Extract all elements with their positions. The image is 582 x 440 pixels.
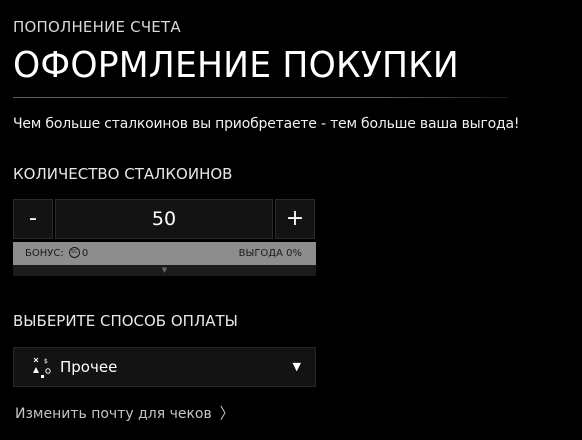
page-title: ОФОРМЛЕНИЕ ПОКУПКИ	[13, 45, 459, 86]
dropdown-caret-icon: ▼	[292, 360, 301, 373]
page-subtitle: ПОПОЛНЕНИЕ СЧЕТА	[13, 18, 181, 36]
bonus-info: БОНУС: SC 0	[25, 242, 88, 265]
svg-text:$: $	[44, 358, 48, 365]
title-divider	[13, 97, 508, 98]
payment-method-select[interactable]: $ Прочее ▼	[13, 347, 316, 387]
bonus-amount: 0	[81, 248, 89, 259]
payment-method-label: ВЫБЕРИТЕ СПОСОБ ОПЛАТЫ	[13, 312, 238, 330]
purchase-page: ПОПОЛНЕНИЕ СЧЕТА ОФОРМЛЕНИЕ ПОКУПКИ Чем …	[13, 0, 569, 440]
increase-button[interactable]: +	[275, 199, 315, 239]
stalcoin-icon: SC	[68, 246, 80, 258]
bonus-expand-toggle[interactable]: ▼	[13, 265, 316, 276]
quantity-stepper: - 50 +	[13, 199, 316, 239]
quantity-label: КОЛИЧЕСТВО СТАЛКОИНОВ	[13, 165, 233, 183]
bonus-label: БОНУС:	[25, 248, 64, 259]
chevron-right-icon: 〉	[219, 405, 234, 423]
bonus-bar: БОНУС: SC 0 ВЫГОДА 0%	[13, 242, 316, 265]
tagline-text: Чем больше сталкоинов вы приобретаете - …	[13, 116, 520, 132]
misc-payment-icon: $	[33, 357, 51, 378]
change-email-link[interactable]: Изменить почту для чеков 〉	[15, 403, 234, 423]
quantity-input[interactable]: 50	[55, 199, 273, 239]
change-email-label: Изменить почту для чеков	[15, 406, 212, 422]
chevron-down-icon: ▼	[161, 266, 168, 274]
payment-method-value: Прочее	[60, 358, 118, 376]
decrease-button[interactable]: -	[13, 199, 53, 239]
benefit-percent: ВЫГОДА 0%	[238, 248, 302, 259]
